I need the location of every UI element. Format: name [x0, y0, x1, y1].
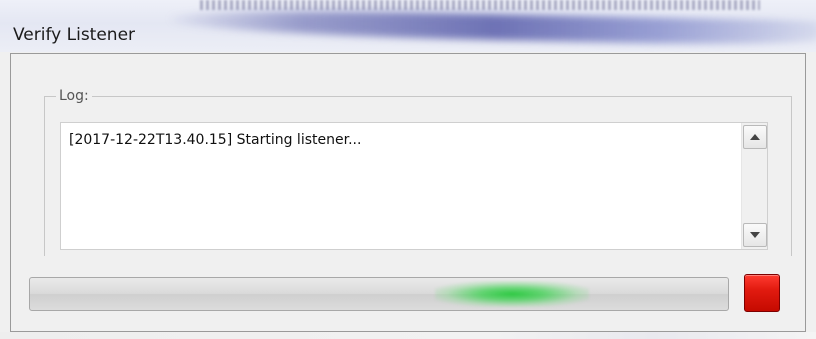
- scroll-down-button[interactable]: [743, 223, 767, 247]
- scroll-up-button[interactable]: [743, 125, 767, 149]
- progress-indicator: [435, 281, 589, 307]
- window-titlebar[interactable]: Verify Listener: [0, 0, 816, 52]
- log-line: [2017-12-22T13.40.15] Starting listener.…: [69, 132, 362, 148]
- window-title: Verify Listener: [13, 25, 136, 45]
- titlebar-background-artifact-streak: [169, 7, 816, 47]
- stop-button[interactable]: [744, 274, 780, 312]
- titlebar-background-artifact: [200, 0, 760, 10]
- log-vertical-scrollbar[interactable]: [741, 123, 767, 249]
- scroll-track[interactable]: [742, 151, 768, 221]
- dialog-body: Log: [2017-12-22T13.40.15] Starting list…: [10, 53, 806, 332]
- log-group-label: Log:: [56, 88, 92, 104]
- triangle-down-icon: [750, 232, 760, 238]
- log-textarea[interactable]: [2017-12-22T13.40.15] Starting listener.…: [60, 122, 768, 250]
- triangle-up-icon: [750, 134, 760, 140]
- listener-progress-bar: [29, 277, 729, 311]
- desktop-background-strip: [0, 332, 816, 339]
